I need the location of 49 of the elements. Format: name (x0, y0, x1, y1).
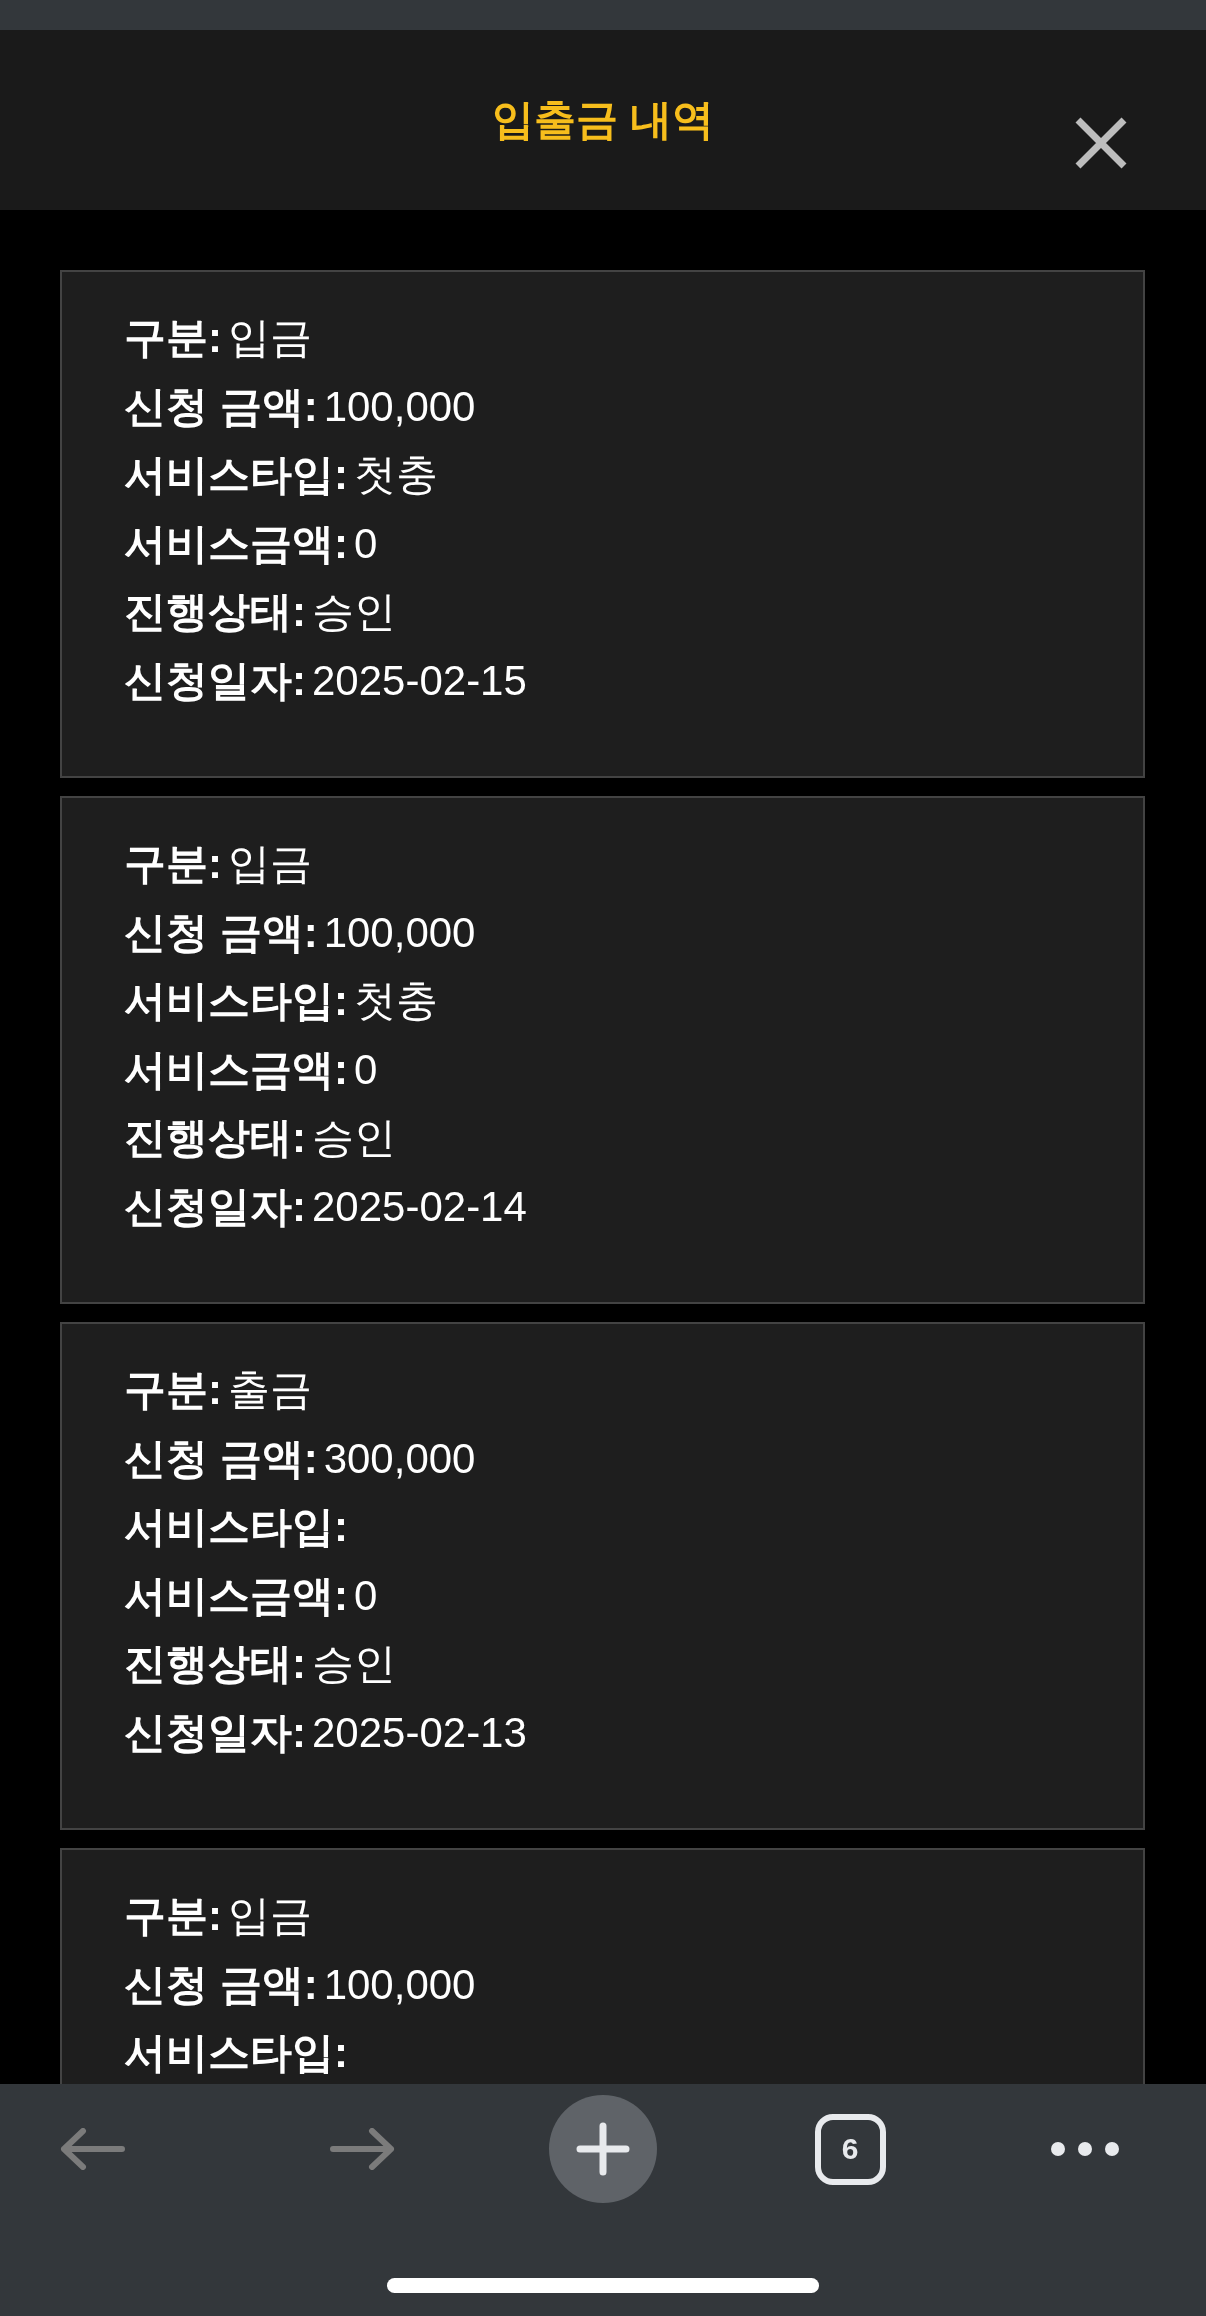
field-label: 신청일자: (124, 656, 306, 704)
field-label: 신청 금액: (124, 908, 318, 956)
field-value: 0 (354, 519, 378, 567)
field-label: 진행상태: (124, 1114, 306, 1161)
left-arrow-icon (60, 2128, 126, 2170)
field-value: 입금 (228, 314, 312, 361)
field-value: 2025-02-15 (312, 656, 527, 704)
field-label: 구분: (124, 314, 222, 361)
field-label: 신청일자: (124, 1182, 306, 1230)
page-title: 입출금 내역 (492, 94, 714, 145)
field-value: 승인 (312, 1640, 396, 1687)
field-label: 신청일자: (124, 1708, 306, 1756)
field-label: 신청 금액: (124, 382, 318, 430)
field-value: 입금 (228, 840, 312, 887)
field-label: 서비스타입: (124, 1503, 348, 1550)
more-button[interactable] (1051, 2142, 1120, 2156)
right-arrow-icon (328, 2128, 395, 2170)
plus-icon (576, 2122, 630, 2176)
field-label: 구분: (124, 840, 222, 887)
field-value: 2025-02-14 (312, 1182, 527, 1230)
field-value: 출금 (228, 1366, 312, 1413)
field-label: 서비스금액: (124, 1571, 348, 1619)
field-label: 신청 금액: (124, 1434, 318, 1482)
field-value: 100,000 (323, 382, 476, 430)
field-value: 0 (354, 1571, 378, 1619)
field-label: 진행상태: (124, 1640, 306, 1687)
field-label: 서비스타입: (124, 977, 348, 1024)
close-button[interactable] (1075, 117, 1127, 169)
field-label: 서비스타입: (124, 451, 348, 498)
field-value: 100,000 (323, 908, 476, 956)
field-value: 첫충 (354, 451, 438, 498)
tabs-button[interactable]: 6 (814, 2113, 886, 2185)
field-value: 2025-02-13 (312, 1708, 527, 1756)
field-value: 300,000 (323, 1434, 476, 1482)
field-label: 진행상태: (124, 588, 306, 635)
field-value: 입금 (228, 1892, 312, 1939)
field-label: 구분: (124, 1892, 222, 1939)
field-label: 신청 금액: (124, 1960, 318, 2008)
more-icon (1051, 2142, 1120, 2156)
field-label: 구분: (124, 1366, 222, 1413)
field-label: 서비스금액: (124, 1045, 348, 1093)
close-icon (1075, 117, 1127, 169)
field-label: 서비스금액: (124, 519, 348, 567)
field-value: 첫충 (354, 977, 438, 1024)
field-value: 승인 (312, 588, 396, 635)
field-value: 0 (354, 1045, 378, 1093)
field-value: 100,000 (323, 1960, 476, 2008)
field-value: 승인 (312, 1114, 396, 1161)
field-label: 서비스타입: (124, 2029, 348, 2076)
